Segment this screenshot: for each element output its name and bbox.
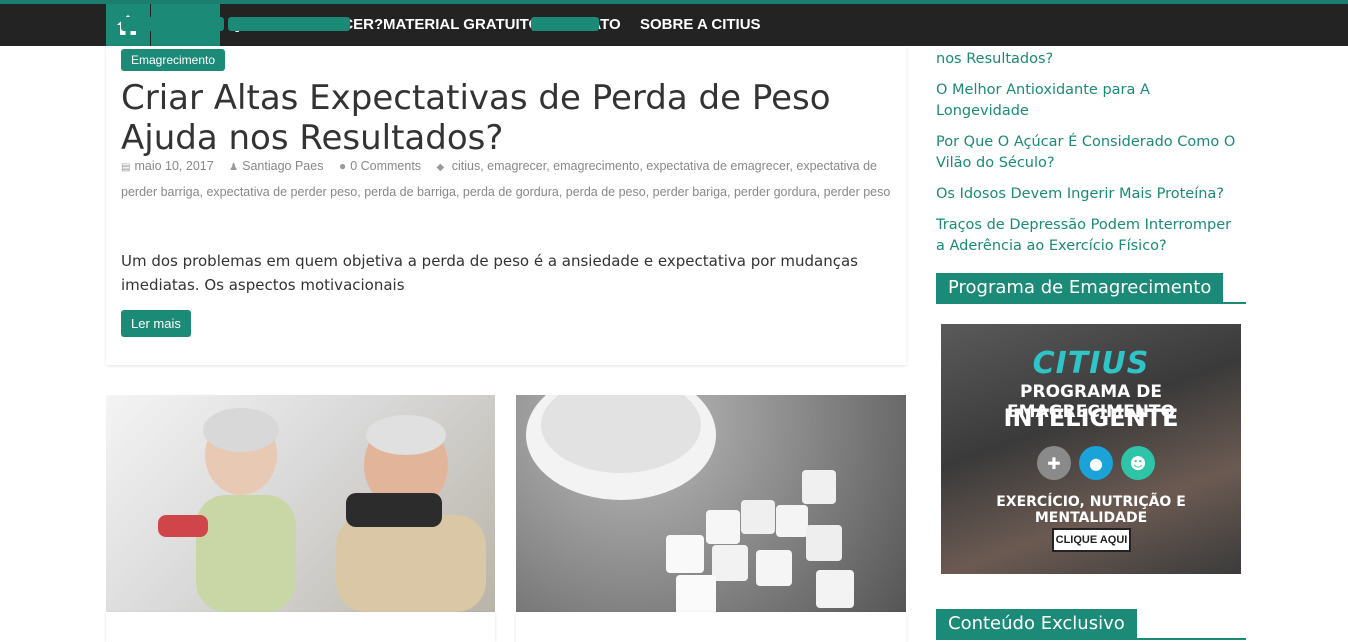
promo-subheading: INTELIGENTE <box>1003 404 1179 432</box>
read-more-button[interactable]: Ler mais <box>121 310 191 337</box>
post-category-badge[interactable]: Emagrecimento <box>121 49 226 71</box>
featured-post-card: Emagrecimento Criar Altas Expectativas d… <box>106 46 906 365</box>
calendar-icon: ▤ <box>121 162 131 173</box>
post-date[interactable]: maio 10, 2017 <box>134 159 213 173</box>
widget-title: Programa de Emagrecimento <box>936 273 1224 302</box>
tag-link[interactable]: perder peso <box>824 185 891 199</box>
sugar-image <box>526 395 854 612</box>
widget-title: Conteúdo Exclusivo <box>936 609 1137 638</box>
tag-link[interactable]: citius <box>452 159 480 173</box>
recent-post-link[interactable]: Por Que O Açúcar É Considerado Como O Vi… <box>936 132 1236 174</box>
tag-link[interactable]: expectativa de emagrecer <box>646 159 789 173</box>
brain-icon: ☻ <box>1121 446 1155 480</box>
recent-post-link[interactable]: nos Resultados? <box>936 49 1236 70</box>
tag-link[interactable]: perder gordura <box>734 185 817 199</box>
recent-post-link[interactable]: Os Idosos Devem Ingerir Mais Proteína? <box>936 184 1236 205</box>
post-card-bottom-right <box>516 612 906 642</box>
promo-cta-button[interactable]: CLIQUE AQUI <box>1052 528 1131 552</box>
tag-link[interactable]: perder bariga <box>653 185 727 199</box>
post-card-bottom-left <box>106 612 495 642</box>
user-icon: ♟ <box>229 162 239 173</box>
post-thumbnail-seniors-exercise[interactable] <box>106 395 495 612</box>
post-meta: ▤ maio 10, 2017 ♟ Santiago Paes ● 0 Comment… <box>121 154 893 205</box>
tag-link[interactable]: emagrecer <box>487 159 546 173</box>
promo-icons: ✚ ● ☻ <box>1037 446 1155 480</box>
recent-post-link[interactable]: O Melhor Antioxidante para A Longevidade <box>936 80 1236 122</box>
post-excerpt: Um dos problemas em quem objetiva a perd… <box>121 252 858 294</box>
tag-link[interactable]: perda de peso <box>566 185 646 199</box>
apple-icon: ● <box>1079 446 1113 480</box>
category-badge-right[interactable] <box>531 17 599 31</box>
category-badge-left-2[interactable] <box>228 17 350 31</box>
category-badge-left-1[interactable] <box>121 17 224 31</box>
nav-item-sobre-a-citius[interactable]: SOBRE A CITIUS <box>628 4 773 46</box>
post-comments[interactable]: 0 Comments <box>350 159 421 173</box>
widget-conteudo-header: Conteúdo Exclusivo <box>936 609 1246 640</box>
tags-icon: ◆ <box>436 162 445 173</box>
tag-link[interactable]: perda de gordura <box>463 185 559 199</box>
comment-icon: ● <box>338 159 347 173</box>
post-author[interactable]: Santiago Paes <box>242 159 323 173</box>
post-thumbnail-sugar[interactable] <box>516 395 906 612</box>
seniors-exercise-image <box>158 408 486 612</box>
post-title[interactable]: Criar Altas Expectativas de Perda de Pes… <box>121 78 881 158</box>
widget-programa-header: Programa de Emagrecimento <box>936 273 1246 304</box>
tag-link[interactable]: perda de barriga <box>364 185 456 199</box>
recent-posts-list: nos Resultados? O Melhor Antioxidante pa… <box>936 46 1236 267</box>
promo-banner[interactable]: CITIUS PROGRAMA DE EMAGRECIMENTO INTELIG… <box>941 324 1241 574</box>
tag-link[interactable]: expectativa de perder peso <box>206 185 357 199</box>
dumbbell-icon: ✚ <box>1037 446 1071 480</box>
promo-tagline: EXERCÍCIO, NUTRIÇÃO E MENTALIDADE <box>996 494 1186 526</box>
tag-link[interactable]: emagrecimento <box>553 159 639 173</box>
citius-logo: CITIUS <box>1032 346 1150 381</box>
recent-post-link[interactable]: Traços de Depressão Podem Interromper a … <box>936 215 1236 257</box>
nav-item-material-gratuito[interactable]: MATERIAL GRATUITO <box>371 4 552 46</box>
